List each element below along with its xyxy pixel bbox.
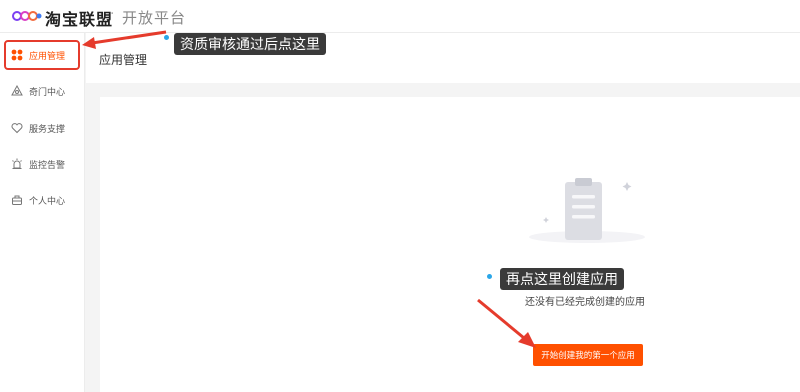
sidebar-item-label: 个人中心 xyxy=(29,196,66,207)
brand-name: 淘宝联盟 xyxy=(45,10,114,29)
sidebar-item-qimen-center[interactable]: 奇门中心 xyxy=(4,76,80,106)
sidebar-item-label: 监控告警 xyxy=(29,160,66,171)
qimen-icon xyxy=(8,82,26,100)
annotation-text: 再点这里创建应用 xyxy=(506,272,618,288)
alarm-icon xyxy=(8,155,26,173)
taobao-union-logo xyxy=(12,11,42,21)
sidebar-item-monitoring-alerts[interactable]: 监控告警 xyxy=(4,149,80,179)
sidebar-item-label: 应用管理 xyxy=(29,51,66,62)
apps-grid-icon xyxy=(8,46,26,64)
platform-subtitle: 开放平台 xyxy=(122,9,187,27)
empty-state-message: 还没有已经完成创建的应用 xyxy=(525,297,645,308)
annotation-tooltip-create: 再点这里创建应用 xyxy=(500,268,624,290)
sidebar: 应用管理 奇门中心 服务支撑 监控告警 个人中心 xyxy=(0,33,85,392)
sidebar-item-label: 奇门中心 xyxy=(29,87,66,98)
user-center-icon xyxy=(8,191,26,209)
content-card xyxy=(100,97,800,392)
annotation-tooltip-review: 资质审核通过后点这里 xyxy=(174,33,326,55)
sidebar-item-app-management[interactable]: 应用管理 xyxy=(4,40,80,70)
heart-icon xyxy=(8,119,26,137)
create-first-app-button[interactable]: 开始创建我的第一个应用 xyxy=(533,344,643,366)
top-bar: 淘宝联盟 · 开放平台 xyxy=(0,0,800,33)
brand-separator: · xyxy=(110,6,115,22)
page-title: 应用管理 xyxy=(99,53,148,67)
tooltip-marker-dot xyxy=(164,35,169,40)
sidebar-item-personal-center[interactable]: 个人中心 xyxy=(4,185,80,215)
sidebar-item-label: 服务支撑 xyxy=(29,124,66,135)
sidebar-item-service-support[interactable]: 服务支撑 xyxy=(4,113,80,143)
annotation-text: 资质审核通过后点这里 xyxy=(180,37,320,53)
empty-clipboard-icon xyxy=(529,178,645,243)
tooltip-marker-dot xyxy=(487,274,492,279)
